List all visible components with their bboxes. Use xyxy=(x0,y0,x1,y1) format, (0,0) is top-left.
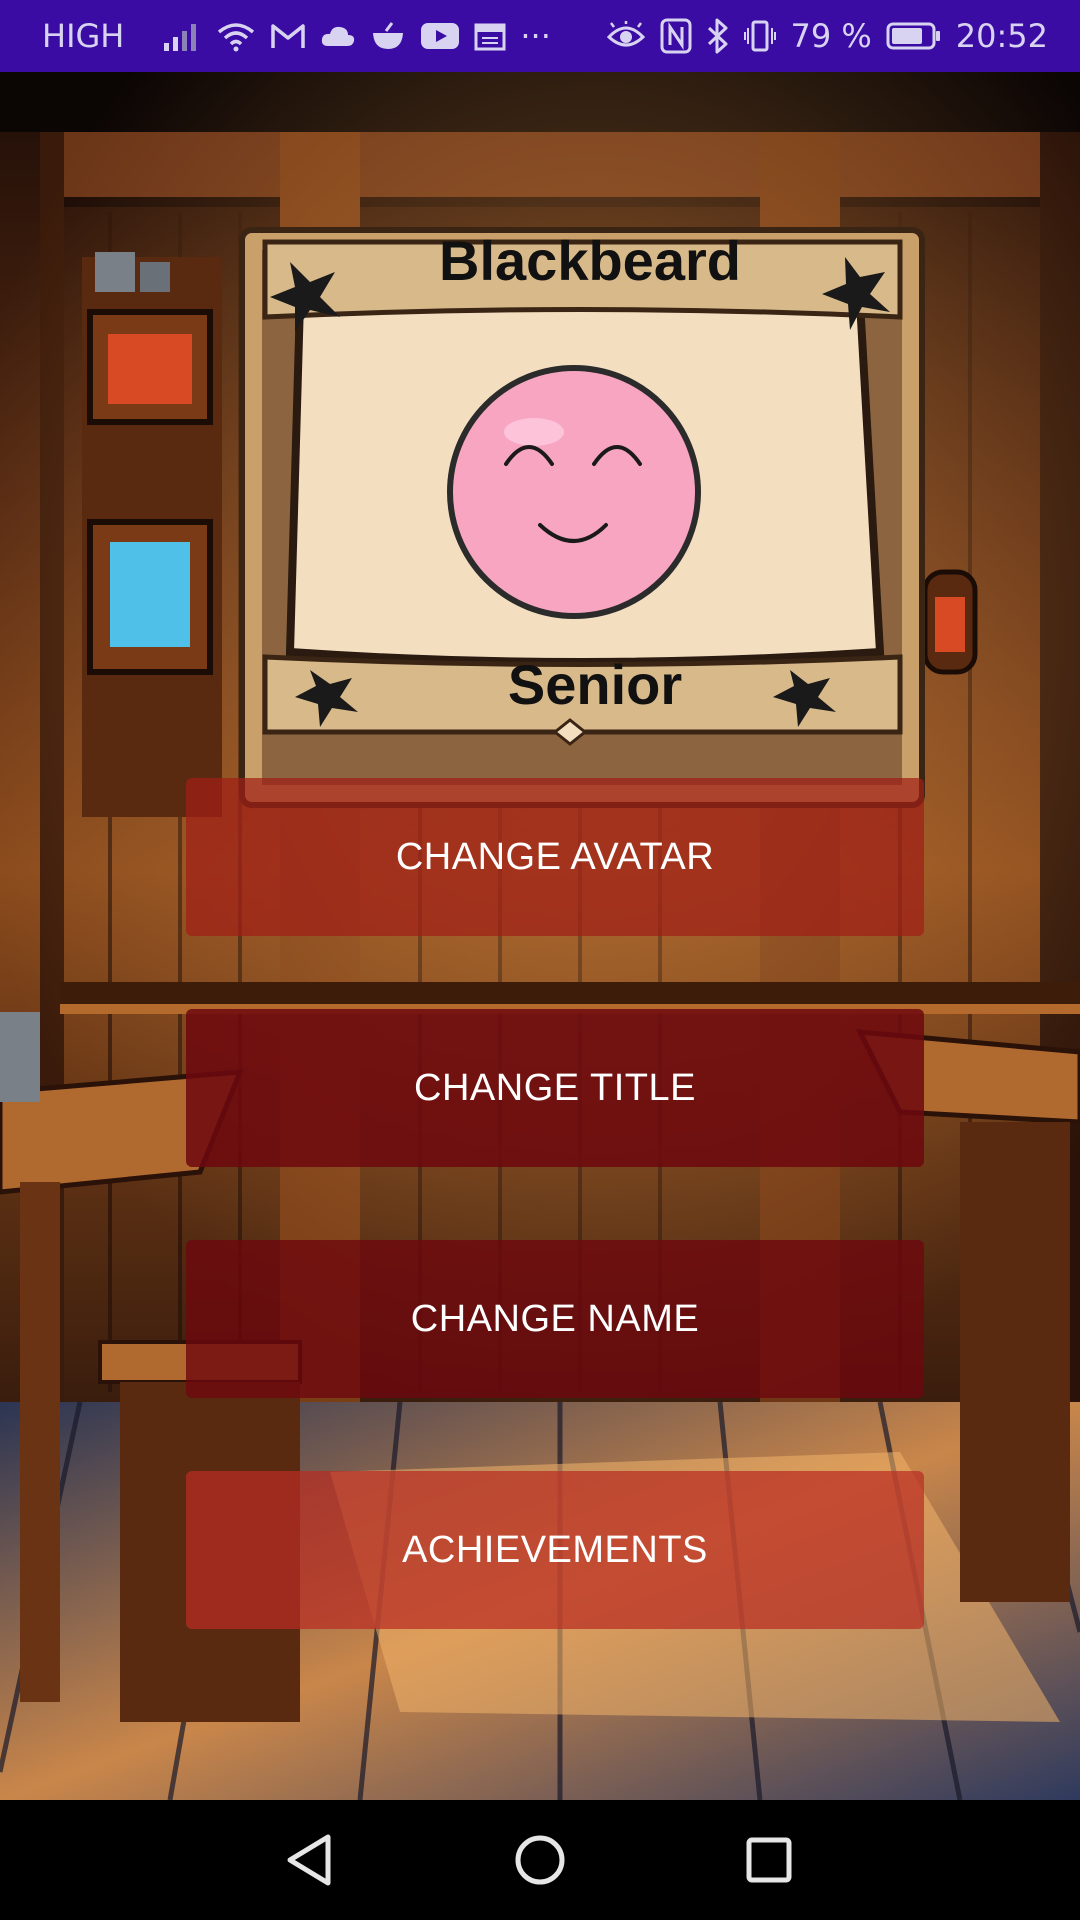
recents-button[interactable] xyxy=(733,1824,805,1896)
navigation-bar xyxy=(0,1800,1080,1920)
change-name-label: CHANGE NAME xyxy=(410,1297,700,1340)
player-title: Senior xyxy=(507,653,683,716)
battery-icon xyxy=(886,21,942,51)
change-title-label: CHANGE TITLE xyxy=(414,1066,696,1109)
recents-square-icon xyxy=(746,1837,792,1883)
nfc-icon xyxy=(660,18,692,54)
vibrate-icon xyxy=(744,19,777,53)
back-triangle-icon xyxy=(287,1834,331,1886)
achievements-button[interactable]: ACHIEVEMENTS xyxy=(186,1471,924,1629)
youtube-icon xyxy=(420,22,460,50)
back-button[interactable] xyxy=(273,1824,345,1896)
network-label: HIGH xyxy=(42,17,125,55)
status-right: 79 % 20:52 xyxy=(606,17,1048,55)
wifi-icon xyxy=(216,20,256,52)
clock: 20:52 xyxy=(955,17,1048,55)
player-name: Blackbeard xyxy=(439,229,741,292)
more-notifications-icon: ··· xyxy=(520,17,551,55)
home-button[interactable] xyxy=(504,1824,576,1896)
signal-icon xyxy=(162,21,202,51)
achievements-label: ACHIEVEMENTS xyxy=(402,1528,708,1571)
battery-percent: 79 % xyxy=(790,17,872,55)
calendar-icon xyxy=(474,21,506,51)
change-avatar-button[interactable]: CHANGE AVATAR xyxy=(186,778,924,936)
change-avatar-label: CHANGE AVATAR xyxy=(395,835,715,878)
eye-comfort-icon xyxy=(606,21,646,51)
bluetooth-icon xyxy=(706,18,730,54)
change-title-button[interactable]: CHANGE TITLE xyxy=(186,1009,924,1167)
status-bar: HIGH ··· 79 % 20:52 xyxy=(0,0,1080,72)
change-name-button[interactable]: CHANGE NAME xyxy=(186,1240,924,1398)
food-app-icon xyxy=(370,21,406,51)
cloud-icon xyxy=(320,24,356,48)
gmail-icon xyxy=(270,22,306,50)
home-circle-icon xyxy=(515,1835,565,1885)
avatar xyxy=(447,365,701,619)
app-screen: HIGH ··· 79 % 20:52 Blackbeard Senior CH… xyxy=(0,0,1080,1920)
status-left: HIGH ··· xyxy=(42,17,551,55)
